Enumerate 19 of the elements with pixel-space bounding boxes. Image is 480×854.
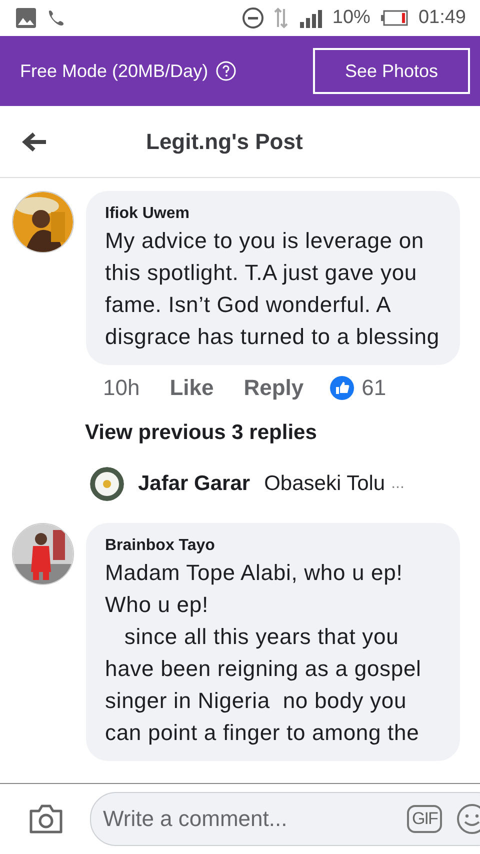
view-previous-replies-link[interactable]: View previous 3 replies	[0, 401, 480, 445]
comment-author[interactable]: Brainbox Tayo	[105, 537, 442, 555]
ellipsis: ...	[391, 475, 404, 493]
battery-percent: 10%	[332, 7, 370, 29]
comment-author[interactable]: Ifiok Uwem	[105, 205, 442, 223]
comment-field[interactable]: Write a comment... GIF	[90, 792, 480, 846]
like-link[interactable]: Like	[170, 375, 214, 401]
reply-text: Obaseki Tolu	[264, 472, 386, 496]
comment-text: Madam Tope Alabi, who u ep! Who u ep! since all this years that you have been reigning as a gospel singer in Nigeria no body you can point a finger to among the	[105, 559, 422, 747]
reply-link[interactable]: Reply	[244, 375, 304, 401]
see-photos-button[interactable]: See Photos	[313, 48, 470, 94]
comment-text: My advice to you is leverage on this spotlight. T.A just gave you fame. Isn’t God wonderful. A disgrace has turned to a blessing	[105, 227, 440, 351]
reaction-count: 61	[362, 375, 386, 401]
reply-author[interactable]: Jafar Garar	[138, 472, 250, 496]
comment-time: 10h	[103, 375, 140, 401]
free-mode-label: Free Mode (20MB/Day)	[20, 60, 208, 82]
gif-button[interactable]: GIF	[407, 805, 442, 833]
page-title: Legit.ng's Post	[146, 128, 303, 154]
clock: 01:49	[418, 7, 466, 29]
